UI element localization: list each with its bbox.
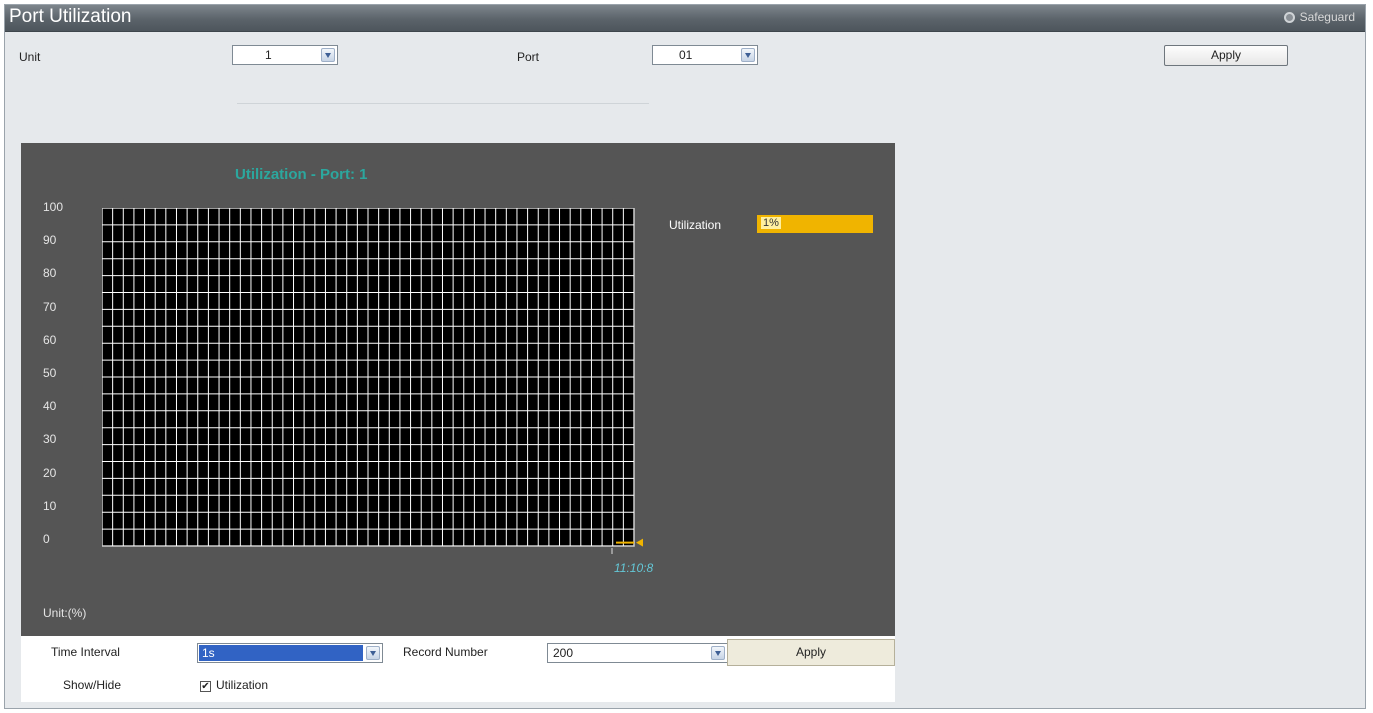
- y-tick-label: 0: [43, 532, 50, 546]
- y-tick-label: 70: [43, 299, 57, 314]
- chevron-down-icon[interactable]: [321, 48, 335, 62]
- chart-panel: Utilization - Port: 1 100 90 80 70 60 50 40 30 2…: [21, 143, 895, 636]
- utilization-checkbox-label: Utilization: [216, 678, 269, 692]
- content-frame: Port Utilization Safeguard Unit 1 Port 0…: [4, 4, 1366, 709]
- divider: [237, 103, 649, 104]
- chart-apply-button[interactable]: Apply: [727, 639, 895, 666]
- y-tick-label: 100: [43, 200, 64, 214]
- chart-controls: Time Interval 1s Record Number 200 Apply…: [21, 636, 895, 702]
- y-tick-label: 60: [43, 332, 57, 347]
- plot-grid: [102, 208, 634, 546]
- current-value-marker: [636, 538, 643, 547]
- record-number-value: 200: [553, 646, 574, 660]
- apply-button[interactable]: Apply: [1164, 45, 1288, 66]
- x-axis-latest-time: 11:10:8: [614, 561, 654, 575]
- chevron-down-icon[interactable]: [711, 646, 725, 660]
- time-interval-label: Time Interval: [51, 645, 120, 659]
- legend-utilization-bar: 1%: [757, 215, 873, 233]
- unit-label: Unit: [19, 50, 41, 64]
- port-select[interactable]: 01: [652, 45, 758, 65]
- chevron-down-icon[interactable]: [741, 48, 755, 62]
- y-axis-unit-label: Unit:(%): [43, 606, 87, 620]
- safeguard-label: Safeguard: [1299, 10, 1355, 24]
- safeguard-icon: [1283, 11, 1295, 23]
- record-number-label: Record Number: [403, 645, 488, 659]
- showhide-label: Show/Hide: [63, 678, 122, 692]
- chart-title: Utilization - Port: 1: [235, 166, 368, 183]
- time-interval-select[interactable]: 1s: [197, 643, 383, 663]
- legend-utilization-value: 1%: [761, 217, 781, 229]
- utilization-plot: [102, 208, 643, 554]
- utilization-checkbox[interactable]: ✔: [200, 681, 211, 692]
- y-tick-label: 30: [43, 432, 57, 447]
- unit-select[interactable]: 1: [232, 45, 338, 65]
- unit-select-value: 1: [265, 48, 272, 62]
- time-interval-highlight: [199, 645, 363, 661]
- safeguard-indicator[interactable]: Safeguard: [1283, 10, 1355, 24]
- y-tick-label: 50: [43, 366, 57, 380]
- title-bar: Port Utilization Safeguard: [5, 5, 1365, 32]
- y-tick-label: 40: [43, 399, 57, 414]
- port-label: Port: [517, 50, 540, 64]
- page-title: Port Utilization: [9, 6, 132, 27]
- record-number-select[interactable]: 200: [547, 643, 728, 663]
- y-tick-label: 80: [43, 266, 57, 281]
- y-tick-label: 10: [43, 498, 57, 513]
- y-tick-label: 20: [43, 465, 57, 480]
- y-tick-label: 90: [43, 233, 57, 248]
- port-select-value: 01: [679, 48, 693, 62]
- time-interval-value: 1s: [202, 646, 215, 660]
- chevron-down-icon[interactable]: [366, 646, 380, 660]
- legend-utilization-label: Utilization: [669, 218, 722, 232]
